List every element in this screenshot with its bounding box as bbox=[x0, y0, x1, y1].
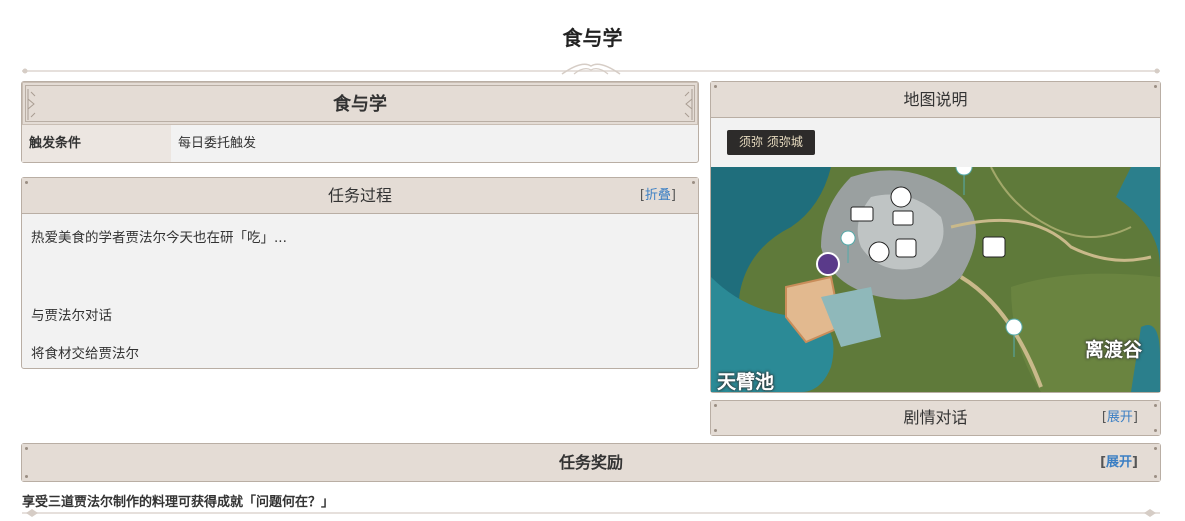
corner-dot bbox=[1154, 475, 1157, 478]
process-step: 与贾法尔对话 bbox=[31, 308, 112, 324]
trigger-row: 触发条件 每日委托触发 bbox=[22, 125, 698, 162]
dialogue-toggle: [展开] bbox=[1101, 410, 1138, 425]
map-label-valley: 离渡谷 bbox=[1085, 339, 1143, 361]
trigger-value: 每日委托触发 bbox=[178, 136, 257, 151]
reward-title: 任务奖励 bbox=[558, 453, 623, 472]
map-title: 地图说明 bbox=[903, 90, 968, 109]
map-image[interactable]: 离渡谷 天臂池 bbox=[711, 167, 1160, 392]
trigger-label: 触发条件 bbox=[22, 125, 171, 162]
title-divider bbox=[22, 63, 1160, 75]
map-label-pool: 天臂池 bbox=[717, 371, 775, 392]
corner-dot bbox=[1154, 85, 1157, 88]
dialogue-title: 剧情对话 bbox=[903, 408, 968, 427]
quest-process-card: 任务过程 [折叠] 热爱美食的学者贾法尔今天也在研「吃」... 与贾法尔对话 将… bbox=[21, 177, 699, 369]
quest-process-title: 任务过程 bbox=[327, 186, 392, 205]
header-ornament-left bbox=[27, 89, 36, 120]
dialogue-header: 剧情对话 [展开] bbox=[711, 401, 1160, 435]
corner-dot bbox=[1154, 447, 1157, 450]
corner-dot bbox=[714, 85, 717, 88]
expand-link[interactable]: 展开 bbox=[1107, 410, 1133, 425]
page-title: 食与学 bbox=[562, 26, 623, 50]
reward-card: 任务奖励 [展开] bbox=[21, 443, 1161, 482]
map-header: 地图说明 bbox=[711, 82, 1160, 118]
corner-dot bbox=[692, 181, 695, 184]
region-tag[interactable]: 须弥 须弥城 bbox=[727, 130, 815, 155]
corner-dot bbox=[25, 181, 28, 184]
reward-toggle: [展开] bbox=[1100, 455, 1138, 470]
dialogue-card: 剧情对话 [展开] bbox=[710, 400, 1161, 436]
process-toggle: [折叠] bbox=[639, 188, 676, 203]
corner-dot bbox=[714, 404, 717, 407]
reward-header: 任务奖励 [展开] bbox=[22, 444, 1160, 481]
corner-dot bbox=[1154, 429, 1157, 432]
process-step: 将食材交给贾法尔 bbox=[31, 346, 139, 362]
corner-dot bbox=[25, 475, 28, 478]
quest-info-title: 食与学 bbox=[333, 94, 387, 115]
collapse-link[interactable]: 折叠 bbox=[645, 188, 671, 203]
process-intro: 热爱美食的学者贾法尔今天也在研「吃」... bbox=[31, 230, 287, 246]
bottom-divider bbox=[22, 509, 1160, 517]
quest-process-header: 任务过程 [折叠] bbox=[22, 178, 698, 214]
expand-link[interactable]: 展开 bbox=[1106, 455, 1132, 470]
corner-dot bbox=[714, 429, 717, 432]
corner-dot bbox=[25, 447, 28, 450]
map-card: 地图说明 须弥 须弥城 离渡谷 天臂池 bbox=[710, 81, 1161, 393]
quest-info-card: 食与学 触发条件 每日委托触发 bbox=[21, 81, 699, 163]
header-ornament-right bbox=[684, 89, 693, 120]
quest-info-header: 食与学 bbox=[22, 82, 698, 125]
corner-dot bbox=[1154, 404, 1157, 407]
